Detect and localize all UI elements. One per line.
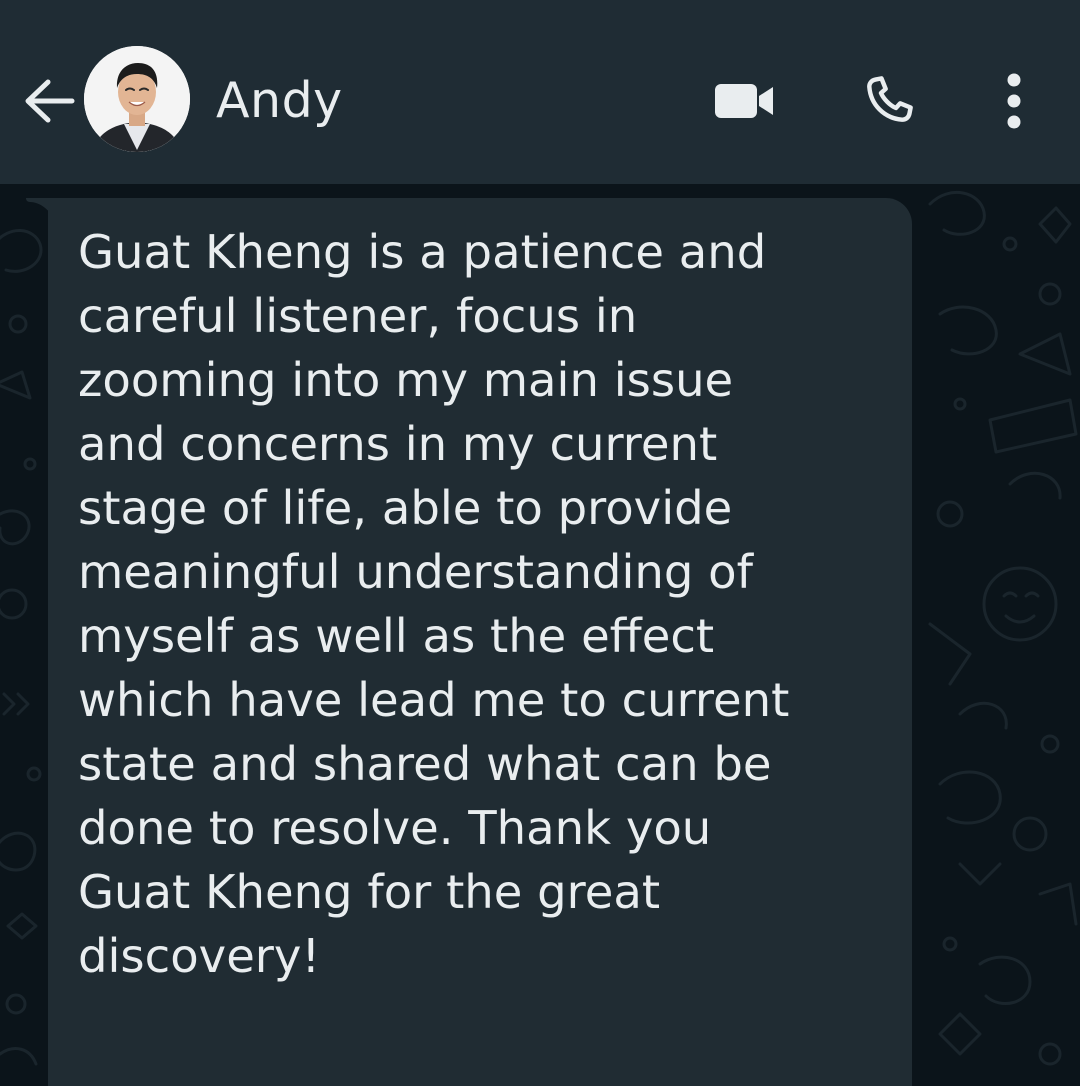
phone-icon (867, 76, 913, 122)
arrow-back-icon (25, 79, 75, 123)
more-vertical-icon (1007, 73, 1021, 129)
video-call-button[interactable] (706, 70, 782, 132)
chat-screen: Andy Guat Kheng is a patience and carefu… (0, 0, 1080, 1086)
more-options-button[interactable] (988, 66, 1040, 136)
message-bubble[interactable]: Guat Kheng is a patience and careful lis… (48, 198, 912, 1086)
message-text: Guat Kheng is a patience and careful lis… (78, 225, 790, 983)
video-camera-icon (715, 84, 773, 118)
back-button[interactable] (18, 70, 80, 132)
voice-call-button[interactable] (850, 66, 926, 136)
profile-photo (84, 46, 190, 152)
contact-name[interactable]: Andy (216, 70, 343, 132)
chat-header: Andy (0, 0, 1080, 184)
avatar[interactable] (84, 46, 190, 152)
